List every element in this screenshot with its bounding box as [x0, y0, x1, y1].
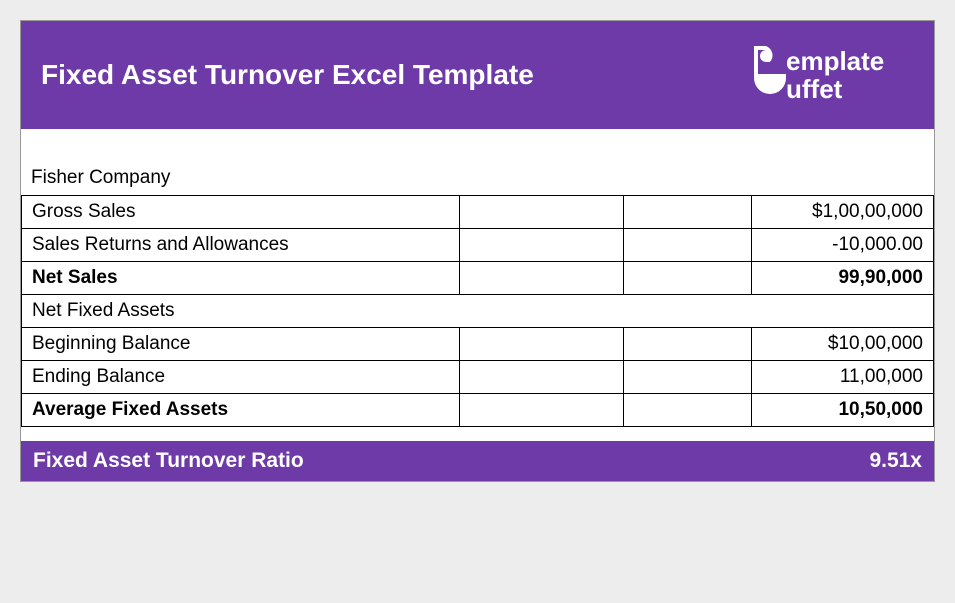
footer-bar: Fixed Asset Turnover Ratio 9.51x [21, 441, 934, 481]
empty-cell [623, 394, 751, 427]
table-row: Average Fixed Assets 10,50,000 [22, 394, 934, 427]
logo-text-bottom: uffet [786, 74, 843, 104]
table-row: Sales Returns and Allowances -10,000.00 [22, 229, 934, 262]
logo-svg: emplate uffet [744, 40, 914, 110]
logo: emplate uffet [744, 40, 914, 110]
empty-cell [623, 196, 751, 229]
empty-cell [459, 229, 623, 262]
gross-sales-value: $1,00,00,000 [751, 196, 933, 229]
ending-value: 11,00,000 [751, 361, 933, 394]
returns-label: Sales Returns and Allowances [22, 229, 460, 262]
company-name: Fisher Company [21, 161, 934, 195]
net-sales-value: 99,90,000 [751, 262, 933, 295]
ending-label: Ending Balance [22, 361, 460, 394]
spacer-row [22, 427, 934, 441]
beginning-label: Beginning Balance [22, 328, 460, 361]
data-table: Gross Sales $1,00,00,000 Sales Returns a… [21, 195, 934, 441]
empty-cell [623, 262, 751, 295]
ratio-label: Fixed Asset Turnover Ratio [33, 449, 304, 473]
returns-value: -10,000.00 [751, 229, 933, 262]
spacer [21, 129, 934, 161]
average-value: 10,50,000 [751, 394, 933, 427]
ratio-value: 9.51x [869, 449, 922, 473]
empty-cell [459, 196, 623, 229]
empty-cell [459, 262, 623, 295]
net-fixed-assets-label: Net Fixed Assets [22, 295, 934, 328]
table-row: Beginning Balance $10,00,000 [22, 328, 934, 361]
logo-text-top: emplate [786, 46, 884, 76]
empty-cell [623, 361, 751, 394]
empty-cell [459, 394, 623, 427]
empty-cell [623, 328, 751, 361]
header-bar: Fixed Asset Turnover Excel Template empl… [21, 21, 934, 129]
table-row: Gross Sales $1,00,00,000 [22, 196, 934, 229]
table-row: Ending Balance 11,00,000 [22, 361, 934, 394]
template-container: Fixed Asset Turnover Excel Template empl… [20, 20, 935, 482]
empty-cell [623, 229, 751, 262]
page-title: Fixed Asset Turnover Excel Template [41, 59, 534, 91]
empty-cell [459, 361, 623, 394]
table-row: Net Sales 99,90,000 [22, 262, 934, 295]
gross-sales-label: Gross Sales [22, 196, 460, 229]
table-row: Net Fixed Assets [22, 295, 934, 328]
beginning-value: $10,00,000 [751, 328, 933, 361]
average-label: Average Fixed Assets [22, 394, 460, 427]
net-sales-label: Net Sales [22, 262, 460, 295]
empty-cell [459, 328, 623, 361]
